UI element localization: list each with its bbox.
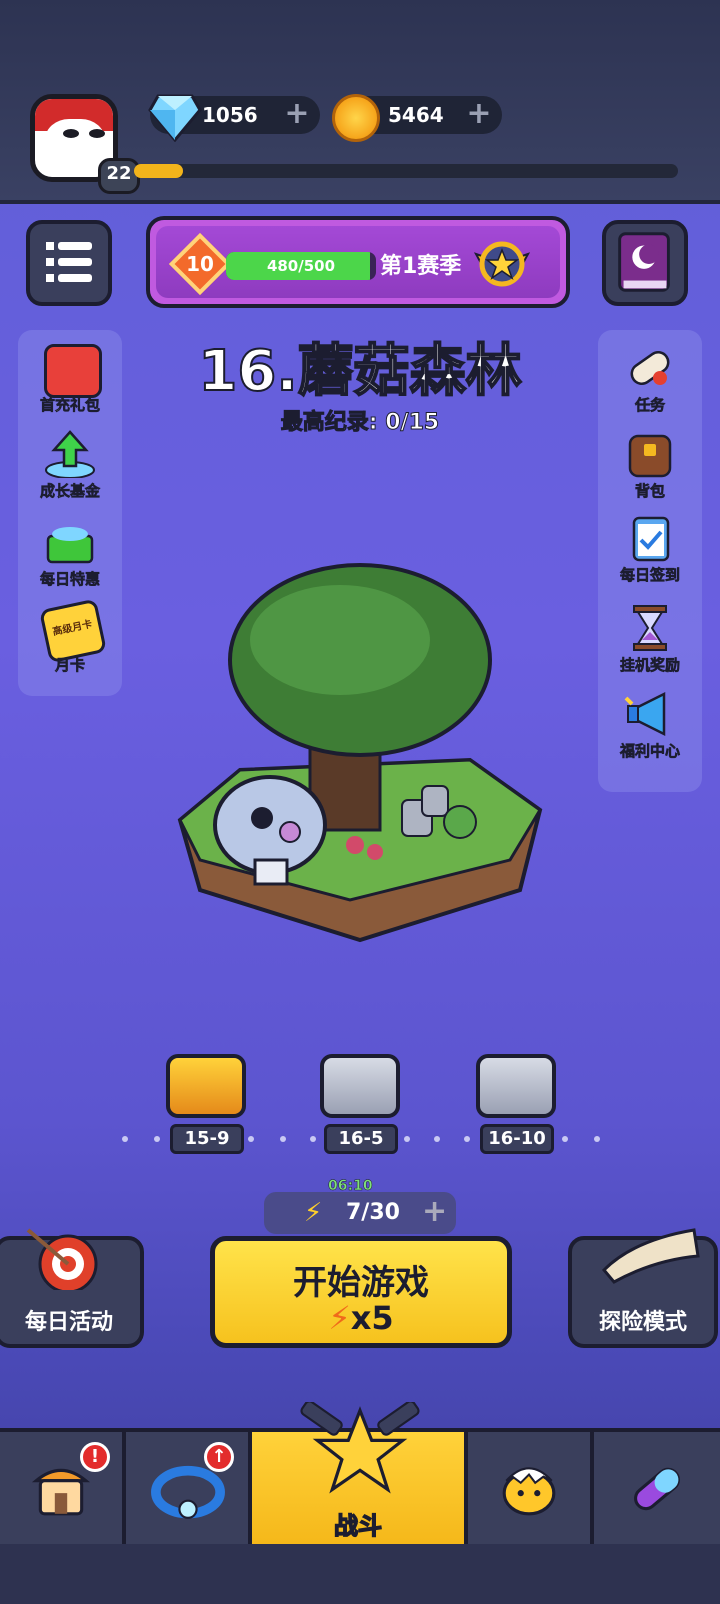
daily-activity-label: 每日活动 bbox=[24, 1310, 113, 1335]
menu-button[interactable] bbox=[26, 220, 112, 306]
track-dot bbox=[122, 1136, 128, 1142]
start-game-button[interactable]: 开始游戏 ⚡x5 bbox=[210, 1236, 512, 1348]
chest-stage-label: 16-10 bbox=[480, 1124, 554, 1154]
add-gems-button[interactable]: + bbox=[282, 99, 312, 130]
growth-fund-icon bbox=[45, 430, 95, 478]
chick-egg-icon bbox=[502, 1467, 556, 1516]
season-progress-bar: 480/500 bbox=[226, 252, 376, 280]
growth-fund-item[interactable]: 成长基金 bbox=[18, 426, 122, 506]
tab-battle-label: 战斗 bbox=[333, 1511, 382, 1540]
coin-value: 5464 bbox=[388, 103, 444, 127]
avatar-face bbox=[45, 119, 105, 171]
left-side-menu: 首充礼包 成长基金 每日特惠 高级月卡 月卡 bbox=[18, 330, 122, 696]
player-xp-fill bbox=[134, 164, 183, 178]
clipboard-check-icon bbox=[632, 516, 670, 562]
energy-value: 7/30 bbox=[346, 1200, 400, 1225]
tab-shop[interactable]: ! bbox=[0, 1432, 126, 1544]
reward-chest-1[interactable]: 15-9 bbox=[162, 1050, 252, 1154]
adventure-mode-label: 探险模式 bbox=[598, 1310, 687, 1335]
track-dot bbox=[154, 1136, 160, 1142]
reward-chest-2[interactable]: 16-5 bbox=[316, 1050, 406, 1154]
player-xp-bar bbox=[134, 164, 678, 178]
season-label: 第1赛季 bbox=[380, 254, 462, 279]
chest-stage-label: 16-5 bbox=[324, 1124, 398, 1154]
season-star-emblem-icon bbox=[473, 241, 531, 287]
energy-counter: 06:10 ⚡ 7/30 + bbox=[264, 1178, 456, 1234]
daily-checkin-item[interactable]: 每日签到 bbox=[598, 510, 702, 590]
gem-icon bbox=[148, 94, 202, 142]
gold-chest-icon bbox=[166, 1054, 246, 1118]
tab-pets[interactable] bbox=[468, 1432, 594, 1544]
coin-icon bbox=[332, 94, 380, 142]
tab-equipment[interactable]: ↑ bbox=[126, 1432, 252, 1544]
start-game-label: 开始游戏 bbox=[293, 1263, 429, 1303]
silver-chest-icon bbox=[476, 1054, 556, 1118]
alert-badge: ! bbox=[80, 1442, 110, 1472]
reward-chest-3[interactable]: 16-10 bbox=[472, 1050, 562, 1154]
season-progress-text: 480/500 bbox=[266, 257, 336, 275]
adventure-mode-button[interactable]: 探险模式 bbox=[568, 1228, 718, 1348]
hourglass-icon bbox=[633, 605, 667, 651]
lightning-icon: ⚡ bbox=[328, 1299, 351, 1337]
start-game-cost: ⚡x5 bbox=[215, 1299, 507, 1337]
idle-reward-item[interactable]: 挂机奖励 bbox=[598, 600, 702, 680]
side-item-label: 成长基金 bbox=[39, 482, 101, 501]
scroll-icon bbox=[630, 351, 670, 385]
shop-house-icon bbox=[31, 1468, 91, 1516]
stage-title: 16.蘑菇森林 bbox=[197, 338, 522, 405]
side-item-label: 任务 bbox=[634, 396, 666, 415]
quests-item[interactable]: 任务 bbox=[598, 340, 702, 420]
first-recharge-gift-item[interactable]: 首充礼包 bbox=[18, 340, 122, 420]
daily-activity-button[interactable]: 每日活动 bbox=[0, 1228, 144, 1348]
side-item-label: 背包 bbox=[634, 482, 666, 501]
target-arrow-icon bbox=[26, 1228, 98, 1290]
season-level: 10 bbox=[186, 252, 214, 276]
track-dot bbox=[562, 1136, 568, 1142]
side-item-label: 每日特惠 bbox=[39, 570, 101, 589]
list-menu-icon bbox=[46, 242, 92, 282]
side-item-label: 挂机奖励 bbox=[619, 656, 681, 675]
basket-icon bbox=[46, 527, 94, 564]
stage-island-illustration[interactable] bbox=[170, 560, 550, 960]
side-item-label: 福利中心 bbox=[619, 742, 681, 761]
season-pass-banner[interactable]: 10 480/500 第1赛季 bbox=[146, 216, 570, 308]
codex-book-button[interactable] bbox=[602, 220, 688, 306]
monthly-card-item[interactable]: 高级月卡 月卡 bbox=[18, 598, 122, 680]
side-item-label: 首充礼包 bbox=[39, 396, 101, 415]
track-dot bbox=[280, 1136, 286, 1142]
backpack-item[interactable]: 背包 bbox=[598, 426, 702, 506]
track-dot bbox=[434, 1136, 440, 1142]
start-game-cost-value: x5 bbox=[350, 1299, 394, 1337]
season-pass-inner: 10 480/500 第1赛季 bbox=[156, 226, 560, 298]
avatar-eye-left bbox=[63, 129, 79, 138]
lightning-icon: ⚡ bbox=[304, 1198, 323, 1228]
silver-chest-icon bbox=[320, 1054, 400, 1118]
best-record: 最高纪录: 0/15 bbox=[280, 410, 440, 436]
tab-skills[interactable] bbox=[594, 1432, 720, 1544]
player-level-badge: 22 bbox=[98, 158, 140, 194]
add-energy-button[interactable]: + bbox=[422, 1192, 447, 1232]
battle-star-icon bbox=[300, 1402, 420, 1494]
side-item-label: 每日签到 bbox=[619, 566, 681, 585]
capsule-icon bbox=[634, 1467, 680, 1511]
gift-box-icon bbox=[44, 344, 102, 398]
track-dot bbox=[594, 1136, 600, 1142]
tab-battle[interactable]: 战斗 bbox=[252, 1402, 468, 1544]
right-side-menu: 任务 背包 每日签到 挂机奖励 福利中心 bbox=[598, 330, 702, 792]
upgrade-badge: ↑ bbox=[204, 1442, 234, 1472]
side-item-label: 月卡 bbox=[54, 656, 86, 675]
megaphone-icon bbox=[624, 691, 666, 737]
avatar-eye-right bbox=[89, 129, 105, 138]
add-coins-button[interactable]: + bbox=[464, 99, 494, 130]
backpack-icon bbox=[628, 434, 672, 478]
moon-book-icon bbox=[618, 232, 670, 292]
daily-deal-item[interactable]: 每日特惠 bbox=[18, 514, 122, 594]
welfare-center-item[interactable]: 福利中心 bbox=[598, 686, 702, 766]
track-dot bbox=[464, 1136, 470, 1142]
gem-value: 1056 bbox=[202, 103, 258, 127]
bottom-navigation: ! ↑ 战斗 bbox=[0, 1402, 720, 1604]
chest-stage-label: 15-9 bbox=[170, 1124, 244, 1154]
horn-icon bbox=[601, 1228, 700, 1284]
